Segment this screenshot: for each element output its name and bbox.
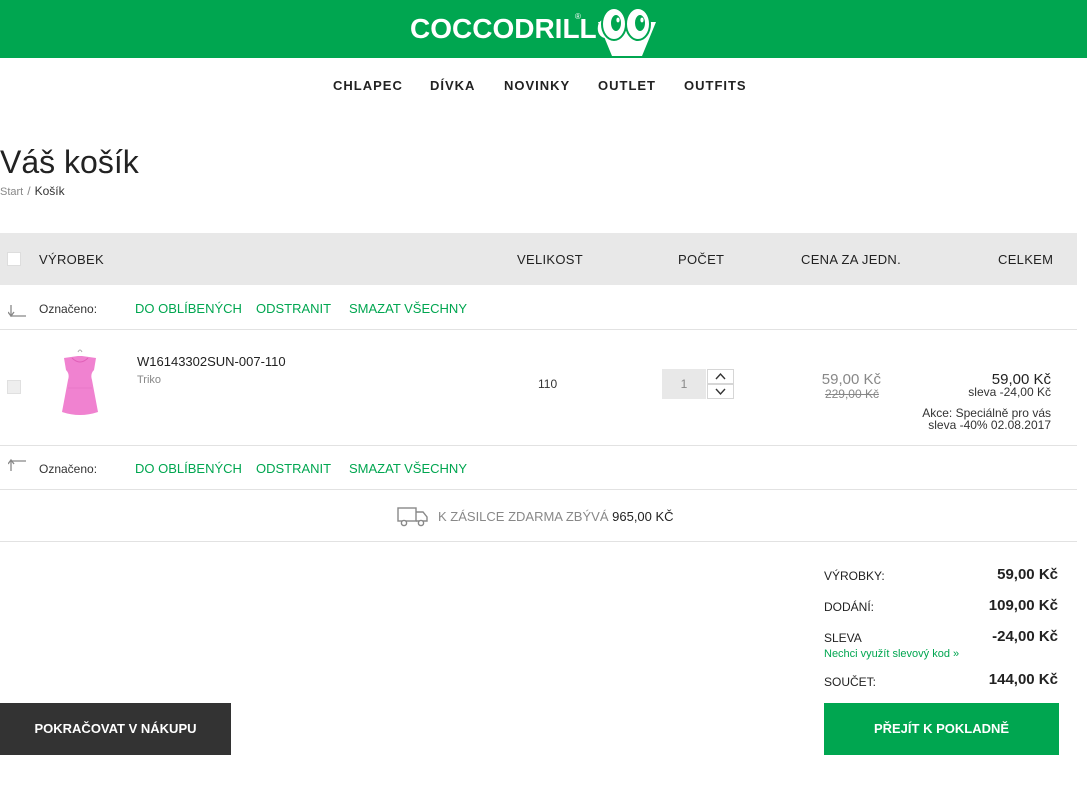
add-to-favorites-link[interactable]: DO OBLÍBENÝCH: [135, 461, 242, 476]
summary-delivery-label: DODÁNÍ:: [824, 600, 875, 614]
top-bar: COCCODRILLO ®: [0, 0, 1087, 58]
breadcrumb-separator: /: [27, 184, 31, 198]
bulk-actions-bottom: Označeno: DO OBLÍBENÝCH ODSTRANIT SMAZAT…: [0, 447, 1077, 491]
remove-all-link[interactable]: SMAZAT VŠECHNY: [349, 461, 467, 476]
remove-link[interactable]: ODSTRANIT: [256, 301, 331, 316]
select-all-checkbox[interactable]: [7, 252, 21, 266]
truck-icon: [397, 507, 428, 527]
nav-item-divka[interactable]: DÍVKA: [430, 78, 475, 93]
nav-item-novinky[interactable]: NOVINKY: [504, 78, 570, 93]
summary-discount-value: -24,00 Kč: [992, 628, 1058, 645]
header-total: CELKEM: [998, 252, 1054, 267]
item-checkbox[interactable]: [7, 380, 21, 394]
remove-link[interactable]: ODSTRANIT: [256, 461, 331, 476]
breadcrumb: Start / Košík: [0, 184, 65, 198]
breadcrumb-current: Košík: [34, 184, 65, 198]
free-shipping-text: K ZÁSILCE ZDARMA ZBÝVÁ 965,00 KČ: [438, 509, 674, 524]
chevron-up-icon: [715, 372, 726, 380]
quantity-increase-button[interactable]: [707, 369, 734, 384]
checkout-button[interactable]: PŘEJÍT K POKLADNĚ: [824, 703, 1059, 755]
arrow-down-left-icon: [8, 305, 26, 318]
main-nav: CHLAPEC DÍVKA NOVINKY OUTLET OUTFITS: [0, 78, 1087, 96]
free-shipping-label: K ZÁSILCE ZDARMA ZBÝVÁ: [438, 509, 609, 524]
product-type: Triko: [137, 374, 162, 386]
item-discount: sleva -24,00 Kč: [968, 385, 1051, 399]
summary-products-label: VÝROBKY:: [824, 569, 885, 583]
logo-registered-mark: ®: [575, 12, 581, 21]
unit-price: 59,00 Kč: [821, 371, 881, 388]
quantity-input[interactable]: 1: [662, 369, 706, 399]
logo-text[interactable]: COCCODRILLO: [410, 13, 618, 45]
quantity-decrease-button[interactable]: [707, 384, 734, 399]
summary-discount-label: SLEVA: [824, 631, 862, 645]
page-title: Váš košík: [0, 144, 139, 180]
divider: [0, 489, 1077, 490]
coupon-link[interactable]: Nechci využít slevový kod »: [824, 648, 959, 660]
summary-products-value: 59,00 Kč: [997, 566, 1058, 583]
product-image[interactable]: [50, 348, 110, 420]
header-qty: POČET: [678, 252, 725, 267]
nav-item-outlet[interactable]: OUTLET: [598, 78, 656, 93]
cart-table-header: VÝROBEK VELIKOST POČET CENA ZA JEDN. CEL…: [0, 233, 1077, 285]
promo-line-2: sleva -40% 02.08.2017: [928, 418, 1051, 432]
continue-shopping-button[interactable]: POKRAČOVAT V NÁKUPU: [0, 703, 231, 755]
header-unit-price: CENA ZA JEDN.: [801, 252, 901, 267]
header-size: VELIKOST: [517, 252, 583, 267]
arrow-up-left-icon: [8, 458, 26, 471]
chevron-down-icon: [715, 388, 726, 396]
summary-delivery-value: 109,00 Kč: [988, 597, 1058, 614]
product-size: 110: [538, 377, 558, 391]
marked-label: Označeno:: [39, 462, 98, 476]
unit-price-old: 229,00 Kč: [824, 387, 879, 401]
crocodile-logo-icon[interactable]: [592, 4, 662, 58]
add-to-favorites-link[interactable]: DO OBLÍBENÝCH: [135, 301, 242, 316]
header-product: VÝROBEK: [39, 252, 104, 267]
remove-all-link[interactable]: SMAZAT VŠECHNY: [349, 301, 467, 316]
summary-total-value: 144,00 Kč: [988, 671, 1058, 688]
divider: [0, 445, 1077, 446]
summary-total-label: SOUČET:: [824, 675, 877, 689]
bulk-actions-top: Označeno: DO OBLÍBENÝCH ODSTRANIT SMAZAT…: [0, 287, 1077, 331]
free-shipping-amount: 965,00 KČ: [612, 509, 674, 524]
marked-label: Označeno:: [39, 302, 98, 316]
nav-item-chlapec[interactable]: CHLAPEC: [333, 78, 403, 93]
divider: [0, 541, 1077, 542]
product-code[interactable]: W16143302SUN-007-110: [137, 354, 286, 369]
nav-item-outfits[interactable]: OUTFITS: [684, 78, 747, 93]
breadcrumb-start[interactable]: Start: [0, 186, 23, 198]
promo-info: Akce: Speciálně pro vás sleva -40% 02.08…: [922, 407, 1051, 431]
divider: [0, 329, 1077, 330]
